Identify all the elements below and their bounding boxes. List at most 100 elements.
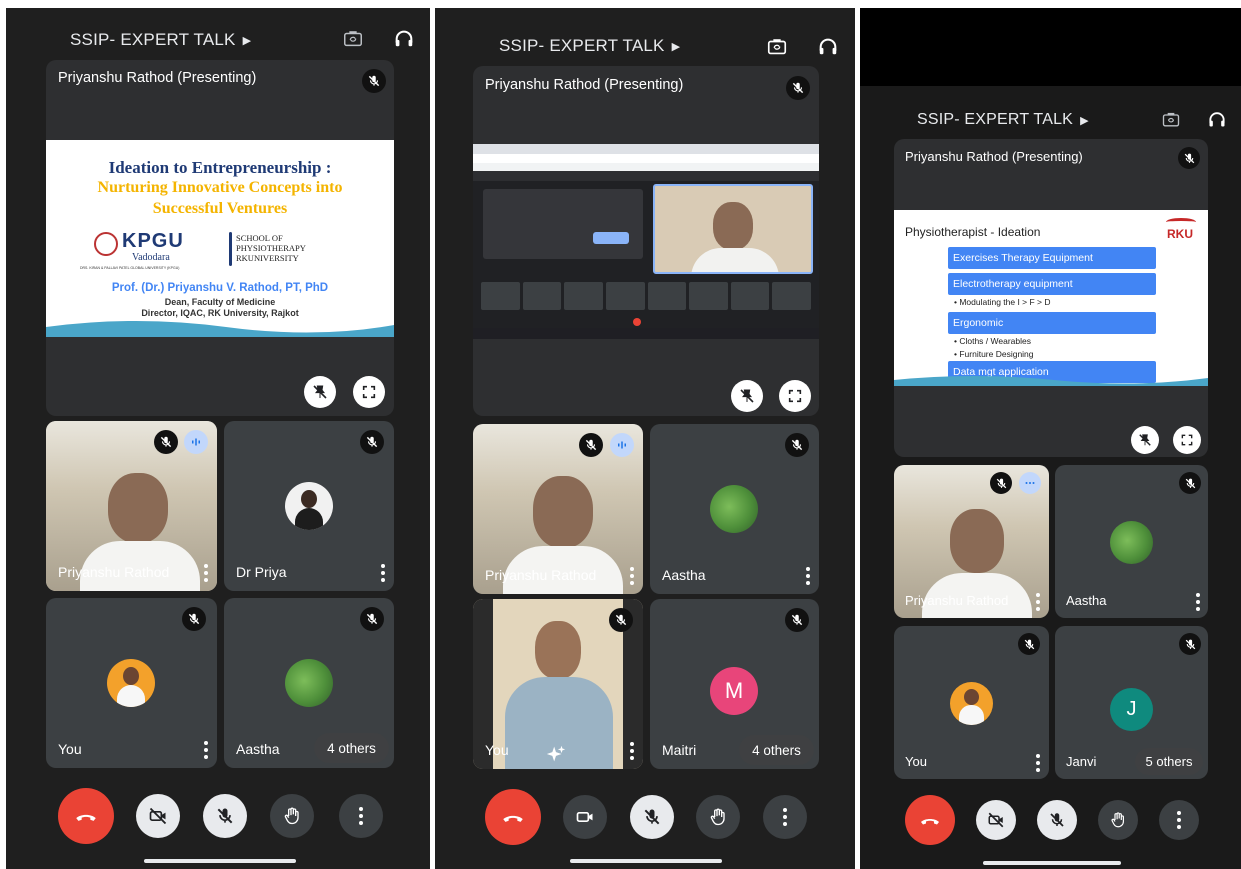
- participant-tile-janvi[interactable]: J Janvi 5 others: [1055, 626, 1208, 779]
- audio-wave-icon: [610, 433, 634, 457]
- more-vert-icon[interactable]: [1195, 593, 1201, 611]
- others-pill[interactable]: 5 others: [1135, 748, 1203, 775]
- participant-tile-aastha[interactable]: Aastha 4 others: [224, 598, 394, 768]
- raise-hand-button[interactable]: [696, 795, 740, 839]
- more-vert-icon[interactable]: [629, 567, 635, 585]
- end-call-icon: [503, 815, 523, 822]
- switch-camera-icon[interactable]: [766, 36, 788, 58]
- stop-share-button: [593, 232, 629, 244]
- participant-tile-priyanshu[interactable]: Priyanshu Rathod: [473, 424, 643, 594]
- raise-hand-button[interactable]: [270, 794, 314, 838]
- fullscreen-button[interactable]: [1173, 426, 1201, 454]
- participant-tile-maitri[interactable]: M Maitri 4 others: [650, 599, 819, 769]
- shared-slide: Physiotherapist - Ideation RKU Exercises…: [894, 210, 1208, 386]
- avatar: [710, 485, 758, 533]
- camera-toggle-button[interactable]: [136, 794, 180, 838]
- fullscreen-icon: [1181, 434, 1193, 446]
- participant-name: Aastha: [236, 741, 280, 757]
- shared-screen: [473, 144, 819, 339]
- meeting-title-button[interactable]: SSIP- EXPERT TALK ▶: [917, 111, 1089, 129]
- more-vert-icon[interactable]: [805, 567, 811, 585]
- more-options-button[interactable]: [1159, 800, 1199, 840]
- school-line1: SCHOOL OF: [236, 233, 283, 243]
- participant-tile-you[interactable]: You: [46, 598, 217, 768]
- slide-title-line1: Ideation to Entrepreneurship :: [108, 158, 332, 177]
- more-options-button[interactable]: [763, 795, 807, 839]
- raise-hand-icon: [710, 808, 725, 826]
- headphones-icon[interactable]: [817, 35, 839, 57]
- meeting-title: SSIP- EXPERT TALK: [917, 111, 1074, 128]
- participant-tile-dr-priya[interactable]: Dr Priya: [224, 421, 394, 591]
- more-vert-icon[interactable]: [629, 742, 635, 760]
- meeting-title-button[interactable]: SSIP- EXPERT TALK ▶: [70, 30, 251, 50]
- more-vert-icon[interactable]: [203, 564, 209, 582]
- participant-tile-priyanshu[interactable]: Priyanshu Rathod: [894, 465, 1049, 618]
- camera-toggle-button[interactable]: [976, 800, 1016, 840]
- mic-off-icon: [990, 472, 1012, 494]
- home-indicator[interactable]: [570, 859, 722, 863]
- unpin-button[interactable]: [731, 380, 763, 412]
- unpin-button[interactable]: [304, 376, 336, 408]
- phone-screenshot-1: SSIP- EXPERT TALK ▶ Priyanshu Rathod (Pr…: [6, 8, 430, 869]
- participant-tile-priyanshu[interactable]: Priyanshu Rathod: [46, 421, 217, 591]
- pin-off-icon: [1139, 434, 1151, 446]
- slide-bullet: • Modulating the I > F > D: [954, 297, 1051, 307]
- headphones-icon[interactable]: [393, 27, 415, 49]
- participant-name: Priyanshu Rathod: [58, 564, 170, 580]
- end-call-button[interactable]: [58, 788, 114, 844]
- phone-screenshot-2: SSIP- EXPERT TALK ▶ Priyanshu Rathod (Pr…: [435, 8, 855, 869]
- school-logo-text: SCHOOL OF PHYSIOTHERAPY RKUNIVERSITY: [236, 233, 306, 263]
- avatar: [285, 482, 333, 530]
- mic-off-icon: [360, 430, 384, 454]
- home-indicator[interactable]: [983, 861, 1121, 865]
- others-pill[interactable]: 4 others: [314, 733, 389, 763]
- sparkle-effects-icon: [546, 745, 566, 762]
- mic-off-icon: [785, 608, 809, 632]
- mic-off-icon: [609, 608, 633, 632]
- presentation-tile[interactable]: Priyanshu Rathod (Presenting) Physiother…: [894, 139, 1208, 457]
- participant-tile-you[interactable]: You: [473, 599, 643, 769]
- more-vert-icon[interactable]: [380, 564, 386, 582]
- kpgu-logo-sub: Vadodara: [132, 252, 170, 263]
- end-call-button[interactable]: [485, 789, 541, 845]
- effects-button[interactable]: [543, 741, 569, 767]
- presentation-tile[interactable]: Priyanshu Rathod (Presenting) Ideation t…: [46, 60, 394, 416]
- fullscreen-button[interactable]: [779, 380, 811, 412]
- fullscreen-button[interactable]: [353, 376, 385, 408]
- school-line3: RKUNIVERSITY: [236, 253, 299, 263]
- fullscreen-icon: [362, 385, 376, 399]
- pin-off-icon: [313, 385, 327, 399]
- mic-toggle-button[interactable]: [203, 794, 247, 838]
- avatar: M: [710, 667, 758, 715]
- mic-off-icon: [360, 607, 384, 631]
- more-vert-icon[interactable]: [1035, 593, 1041, 611]
- headphones-icon[interactable]: [1207, 109, 1227, 129]
- more-vert-icon: [358, 807, 364, 825]
- home-indicator[interactable]: [144, 859, 296, 863]
- unpin-button[interactable]: [1131, 426, 1159, 454]
- end-call-button[interactable]: [905, 795, 955, 845]
- participant-tile-aastha[interactable]: Aastha: [650, 424, 819, 594]
- more-vert-icon[interactable]: [1035, 754, 1041, 772]
- mic-off-icon: [1179, 633, 1201, 655]
- switch-camera-icon[interactable]: [1161, 110, 1181, 130]
- mic-toggle-button[interactable]: [1037, 800, 1077, 840]
- mic-off-icon: [1018, 633, 1040, 655]
- participant-name: Dr Priya: [236, 564, 287, 580]
- more-vert-icon[interactable]: [203, 741, 209, 759]
- avatar: [950, 682, 993, 725]
- presentation-tile[interactable]: Priyanshu Rathod (Presenting): [473, 66, 819, 416]
- switch-camera-icon[interactable]: [342, 28, 364, 50]
- avatar: [1110, 521, 1153, 564]
- mic-toggle-button[interactable]: [630, 795, 674, 839]
- camera-toggle-button[interactable]: [563, 795, 607, 839]
- participant-tile-you[interactable]: You: [894, 626, 1049, 779]
- raise-hand-button[interactable]: [1098, 800, 1138, 840]
- mic-off-icon: [182, 607, 206, 631]
- more-options-button[interactable]: [339, 794, 383, 838]
- others-pill[interactable]: 4 others: [739, 735, 814, 765]
- raise-hand-icon: [1111, 812, 1124, 828]
- participant-name: You: [905, 754, 927, 769]
- participant-tile-aastha[interactable]: Aastha: [1055, 465, 1208, 618]
- meeting-title-button[interactable]: SSIP- EXPERT TALK ▶: [499, 36, 680, 56]
